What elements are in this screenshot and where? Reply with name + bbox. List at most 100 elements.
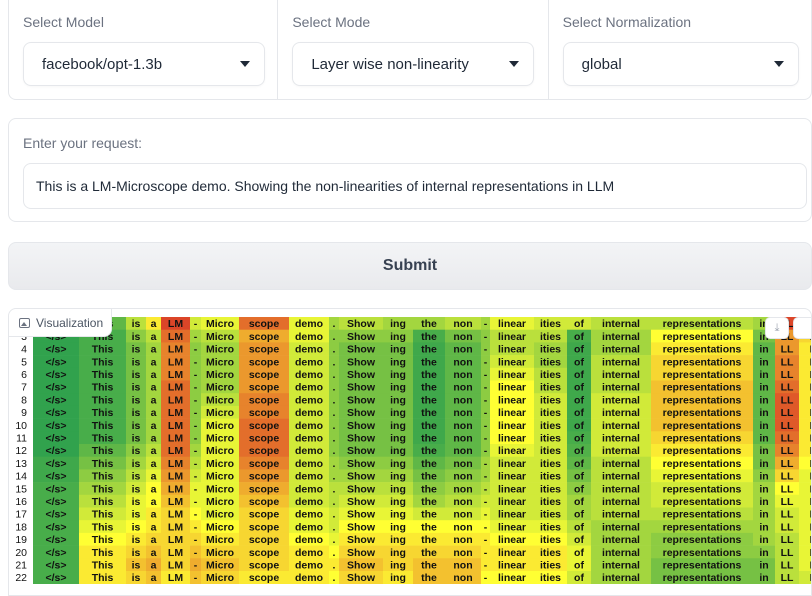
token-label: internal [602,483,640,495]
token-label: LM [168,458,183,470]
token-label: representations [663,458,742,470]
token-label: Show [347,331,376,343]
token-label: LL [781,369,794,381]
token-label: LL [781,458,794,470]
token-label: non [453,471,472,483]
token-label: LM [168,496,183,508]
token-label: the [421,560,437,572]
row-label: 10 [15,420,27,432]
submit-button[interactable]: Submit [8,242,812,290]
token-label: Show [347,547,376,559]
token-label: - [484,420,488,432]
token-label: the [421,356,437,368]
token-label: - [484,547,488,559]
token-label: LL [781,344,794,356]
token-label: Show [347,420,376,432]
token-label: internal [602,407,640,419]
token-label: This [92,382,114,394]
token-label: - [484,433,488,445]
token-label: non [453,458,472,470]
token-label: ing [390,560,406,572]
token-label: linear [498,344,526,356]
token-label: Show [347,407,376,419]
token-label: non [453,420,472,432]
model-control: Select Model facebook/opt-1.3b [9,0,279,99]
token-label: a [151,445,157,457]
fullscreen-button[interactable] [793,317,811,339]
token-label: in [759,521,768,533]
token-label: non [453,433,472,445]
token-label: of [574,407,584,419]
token-label: - [484,382,488,394]
token-label: linear [498,521,526,533]
request-input[interactable]: This is a LM-Microscope demo. Showing th… [23,163,807,209]
token-label: Micro [206,344,234,356]
token-label: LM [168,382,183,394]
model-select[interactable]: facebook/opt-1.3b [23,42,265,86]
token-label: internal [602,534,640,546]
token-label: a [151,458,157,470]
request-value: This is a LM-Microscope demo. Showing th… [36,178,615,194]
model-label: Select Model [23,14,104,30]
model-value: facebook/opt-1.3b [42,55,163,73]
token-label: - [484,394,488,406]
token-label: ing [390,407,406,419]
token-label: This [92,369,114,381]
token-label: LM [168,534,183,546]
token-label: This [92,572,114,584]
token-label: This [92,483,114,495]
token-label: in [759,420,768,432]
token-label: linear [498,394,526,406]
token-label: of [574,420,584,432]
token-label: . [333,496,336,508]
token-label: Micro [206,331,234,343]
token-label: </s> [45,394,66,406]
download-button[interactable]: ⤓ [765,317,789,339]
token-label: the [421,471,437,483]
token-label: in [759,496,768,508]
row-label: 17 [15,509,27,521]
token-label: is [132,572,141,584]
token-label: Show [347,445,376,457]
token-label: LL [781,572,794,584]
token-label: ities [540,344,561,356]
row-label: 22 [15,572,27,584]
chevron-down-icon [240,61,250,67]
token-label: ities [540,394,561,406]
token-label: is [132,534,141,546]
token-label: - [194,572,198,584]
token-label: LL [781,560,794,572]
token-label: LM [168,521,183,533]
token-label: representations [663,547,742,559]
token-label: in [759,433,768,445]
token-label: . [333,394,336,406]
token-label: a [151,344,157,356]
token-label: scope [249,572,280,584]
chevron-down-icon [773,61,784,67]
token-label: - [484,534,488,546]
token-label: internal [602,547,640,559]
token-label: Micro [206,521,234,533]
token-label: the [421,458,437,470]
token-label: scope [249,356,280,368]
token-label: LL [781,356,794,368]
token-label: - [194,394,198,406]
token-label: Show [347,572,376,584]
token-label: the [421,344,437,356]
token-label: linear [498,534,526,546]
token-label: representations [663,445,742,457]
token-label: internal [602,496,640,508]
token-label: is [132,509,141,521]
token-label: </s> [45,547,66,559]
normalization-select[interactable]: global [562,42,799,86]
token-label: This [92,407,114,419]
token-label: - [194,458,198,470]
normalization-label: Select Normalization [562,14,692,30]
token-label: in [759,560,768,572]
token-label: is [132,483,141,495]
token-label: representations [663,407,742,419]
token-label: in [759,483,768,495]
mode-select[interactable]: Layer wise non-linearity [292,42,535,86]
token-label: in [759,356,768,368]
token-label: non [453,407,472,419]
